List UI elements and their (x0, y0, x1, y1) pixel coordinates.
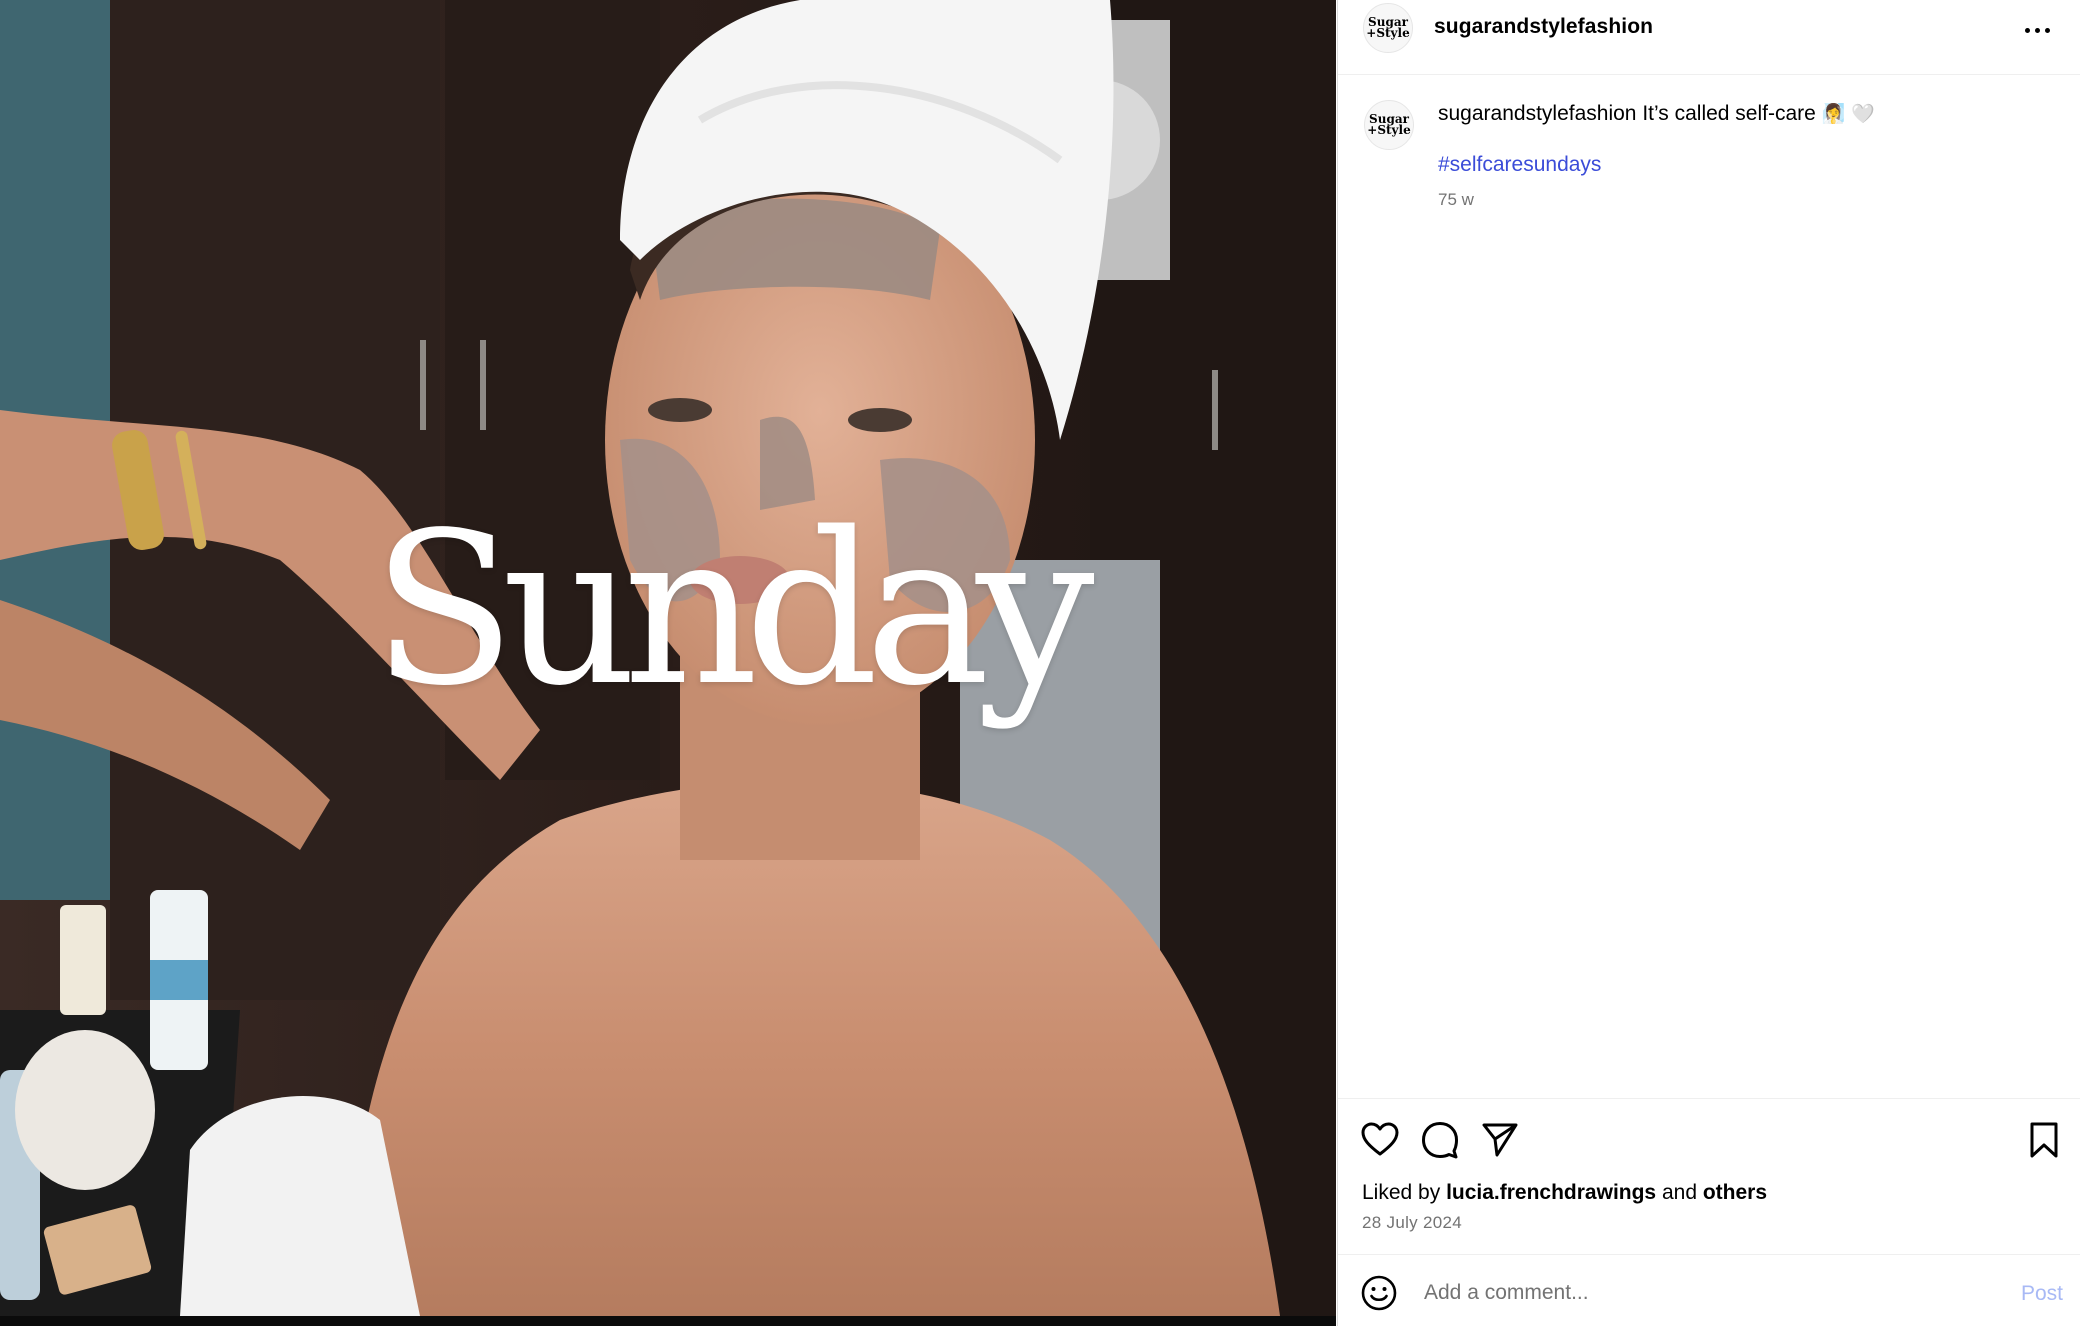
overlay-sunday-text: Sunday (372, 487, 1095, 732)
post-header: Sugar +Style sugarandstylefashion (1338, 0, 2080, 75)
caption-avatar[interactable]: Sugar +Style (1364, 100, 1414, 150)
more-dot (2044, 27, 2050, 33)
comment-bubble-icon[interactable] (1420, 1120, 1460, 1160)
caption-username[interactable]: sugarandstylefashion (1438, 102, 1636, 125)
comment-input[interactable] (1422, 1273, 1966, 1313)
liked-by-user-link[interactable]: lucia.frenchdrawings (1446, 1181, 1656, 1204)
more-dot (2024, 27, 2030, 33)
emoji-smile-icon[interactable] (1360, 1274, 1398, 1312)
comment-bar: Post (1338, 1254, 2080, 1327)
bookmark-icon[interactable] (2024, 1120, 2064, 1160)
post-media[interactable]: Sunday (0, 0, 1336, 1326)
caption-text: sugarandstylefashion It’s called self-ca… (1438, 100, 2038, 128)
caption-age: 75 w (1438, 190, 1474, 209)
post-actions: Liked by lucia.frenchdrawings and others… (1338, 1098, 2080, 1255)
likes-summary: Liked by lucia.frenchdrawings and others (1362, 1181, 1767, 1205)
post-details-panel: Sugar +Style sugarandstylefashion Sugar … (1337, 0, 2080, 1326)
post-author-username[interactable]: sugarandstylefashion (1434, 15, 1653, 39)
white-heart-emoji: 🤍 (1851, 103, 1875, 125)
avatar-text-line2: +Style (1366, 26, 1410, 40)
heart-icon[interactable] (1360, 1120, 1400, 1160)
more-options-icon[interactable] (2019, 18, 2055, 42)
likes-others-link[interactable]: others (1703, 1181, 1767, 1204)
likes-conj: and (1661, 1181, 1698, 1204)
send-icon[interactable] (1480, 1120, 1520, 1160)
caption-body: It’s called self-care (1642, 102, 1816, 125)
spa-woman-emoji: 🧖‍♀️ (1821, 103, 1846, 125)
avatar[interactable]: Sugar +Style (1363, 3, 1413, 53)
more-dot (2034, 27, 2040, 33)
avatar-text-line2: +Style (1367, 123, 1411, 137)
post-comment-button[interactable]: Post (2021, 1282, 2063, 1306)
post-date: 28 July 2024 (1362, 1213, 1463, 1232)
hashtag-link[interactable]: #selfcaresundays (1438, 153, 1601, 177)
likes-prefix: Liked by (1362, 1181, 1441, 1204)
